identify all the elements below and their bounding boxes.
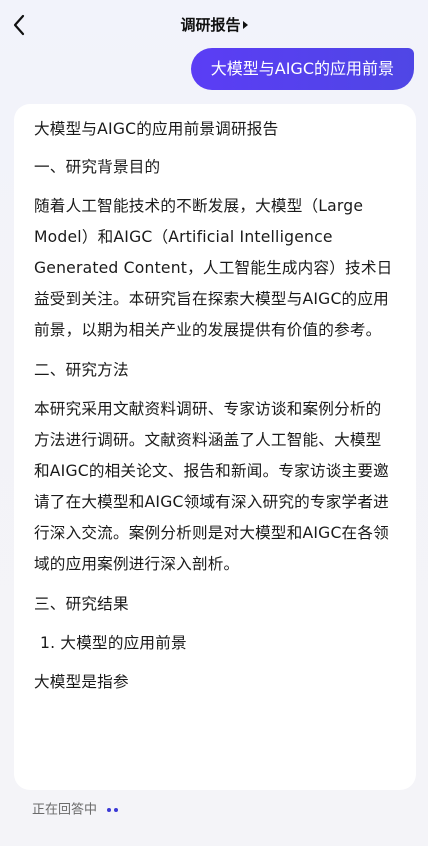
- status-text: 正在回答中: [32, 802, 98, 818]
- page-title: 调研报告: [180, 16, 241, 34]
- title-dropdown[interactable]: 调研报告: [0, 13, 428, 37]
- section-text-methods: 本研究采用文献资料调研、专家访谈和案例分析的方法进行调研。文献资料涵盖了人工智能…: [34, 400, 389, 573]
- user-message-bubble: 大模型与AIGC的应用前景: [190, 48, 414, 90]
- section-heading-methods: 二、研究方法: [34, 361, 129, 379]
- typing-dots-icon: [107, 800, 121, 820]
- section-text-background: 随着人工智能技术的不断发展，大模型（Large Model）和AIGC（Arti…: [34, 197, 393, 339]
- list-item: 1. 大模型的应用前景: [40, 634, 187, 652]
- assistant-answer-card: 大模型与AIGC的应用前景调研报告 一、研究背景目的 随着人工智能技术的不断发展…: [14, 104, 416, 790]
- section-heading-background: 一、研究背景目的: [34, 158, 161, 176]
- caret-right-icon: [242, 21, 248, 29]
- answering-status: 正在回答中: [32, 800, 121, 821]
- streaming-text: 大模型是指参: [34, 673, 129, 691]
- report-title: 大模型与AIGC的应用前景调研报告: [34, 120, 279, 138]
- section-heading-results: 三、研究结果: [34, 595, 129, 613]
- top-bar: 调研报告: [0, 0, 428, 50]
